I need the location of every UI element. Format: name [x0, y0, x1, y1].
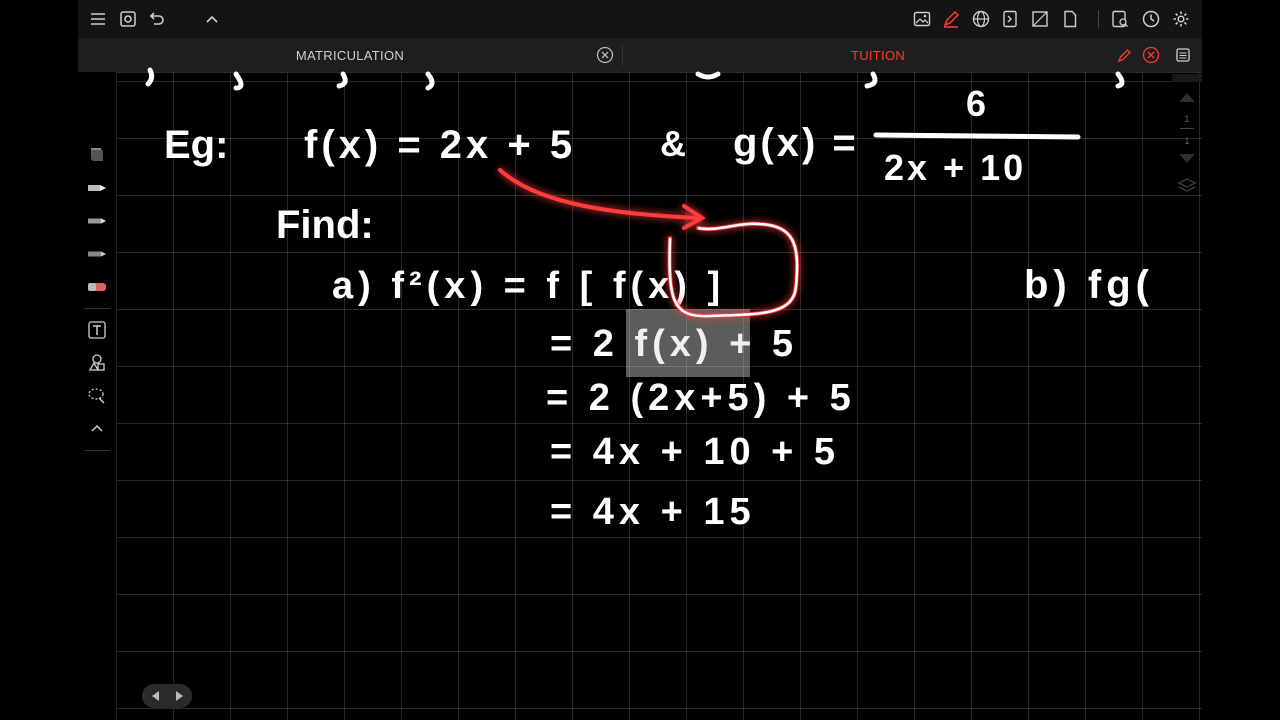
lasso-select-icon[interactable]: [84, 384, 110, 408]
note-canvas[interactable]: [116, 73, 1202, 720]
navigator-handle: [1172, 74, 1202, 82]
shapes-icon[interactable]: [84, 351, 110, 375]
search-document-icon[interactable]: [1108, 7, 1132, 31]
palette-divider: [84, 450, 110, 451]
ballpoint-pen-icon[interactable]: [84, 209, 110, 233]
pencil-icon[interactable]: [84, 242, 110, 266]
whiteboard-app: MATRICULATION TUITION 1 1 Eg: f(x) = 2x …: [78, 0, 1202, 720]
tool-palette: [78, 72, 117, 720]
toolbar-divider: [1098, 10, 1099, 28]
globe-icon[interactable]: [969, 7, 993, 31]
page-navigator: 1 1: [1172, 72, 1202, 212]
fountain-pen-icon[interactable]: [84, 176, 110, 200]
eraser-icon[interactable]: [84, 275, 110, 299]
collapse-palette-icon[interactable]: [84, 417, 110, 441]
pen-color-icon[interactable]: [84, 142, 110, 166]
crop-icon[interactable]: [1028, 7, 1052, 31]
previous-page-icon[interactable]: [149, 689, 161, 703]
clock-icon[interactable]: [1139, 7, 1163, 31]
total-pages: 1: [1184, 136, 1190, 146]
gear-icon[interactable]: [1169, 7, 1193, 31]
menu-icon[interactable]: [86, 7, 110, 31]
page-down-icon[interactable]: [1177, 152, 1197, 171]
tab-list-icon[interactable]: [1174, 46, 1192, 64]
tab-label: TUITION: [850, 47, 906, 63]
current-page: 1: [1184, 114, 1190, 124]
top-toolbar: [78, 0, 1202, 38]
pen-icon[interactable]: [939, 7, 963, 31]
close-tab-icon[interactable]: [596, 46, 614, 64]
close-tab-icon[interactable]: [1142, 46, 1160, 64]
present-icon[interactable]: [998, 7, 1022, 31]
tab-label: MATRICULATION: [295, 47, 405, 63]
tab-tuition[interactable]: TUITION: [623, 38, 1133, 72]
page-up-icon[interactable]: [1177, 90, 1197, 109]
page-scroller[interactable]: [142, 684, 192, 708]
page-separator: [1180, 128, 1194, 129]
collapse-toolbar-icon[interactable]: [200, 7, 224, 31]
undo-icon[interactable]: [144, 7, 168, 31]
edit-tab-icon[interactable]: [1116, 46, 1134, 64]
layers-icon[interactable]: [1177, 176, 1197, 201]
page-icon[interactable]: [1058, 7, 1082, 31]
image-icon[interactable]: [910, 7, 934, 31]
next-page-icon[interactable]: [174, 689, 186, 703]
document-settings-icon[interactable]: [116, 7, 140, 31]
tab-bar: MATRICULATION TUITION: [78, 38, 1202, 73]
palette-divider: [84, 308, 110, 309]
text-tool-icon[interactable]: [84, 318, 110, 342]
tab-matriculation[interactable]: MATRICULATION: [78, 38, 622, 72]
